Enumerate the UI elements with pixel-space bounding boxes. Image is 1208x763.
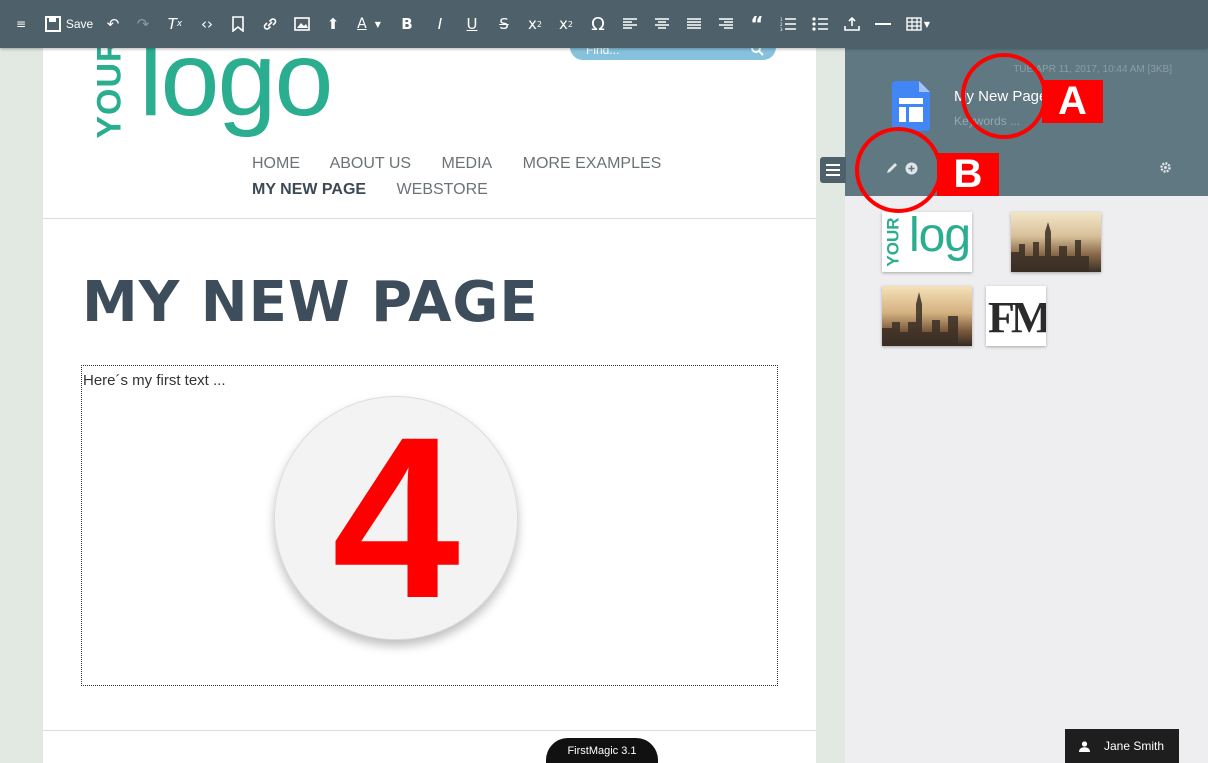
- link-icon[interactable]: [254, 0, 286, 48]
- page-title: MY NEW PAGE: [82, 270, 539, 335]
- first-text[interactable]: Here´s my first text ...: [83, 372, 226, 389]
- align-justify-icon[interactable]: [678, 0, 710, 48]
- thumb-logo-text: logo: [909, 212, 972, 262]
- page-name-field[interactable]: My New Page: [954, 88, 1047, 105]
- svg-text:3: 3: [780, 27, 783, 31]
- keywords-field[interactable]: Keywords ...: [954, 114, 1020, 128]
- hamburger-icon: [826, 164, 840, 176]
- nav-item-about-us[interactable]: ABOUT US: [330, 155, 412, 172]
- logo-text: logo: [139, 48, 333, 138]
- user-icon: [1079, 740, 1090, 752]
- clear-format-icon[interactable]: Tx: [158, 0, 192, 48]
- search-icon: [751, 48, 764, 56]
- insert-icon[interactable]: [836, 0, 868, 48]
- menu-icon[interactable]: ≡: [12, 0, 30, 48]
- subscript-icon[interactable]: x2: [550, 0, 582, 48]
- align-left-icon[interactable]: [614, 0, 646, 48]
- nav-item-webstore[interactable]: WEBSTORE: [397, 181, 488, 198]
- italic-icon[interactable]: I: [424, 0, 456, 48]
- undo-icon[interactable]: ↶: [98, 0, 128, 48]
- annotation-label-b: B: [937, 152, 999, 196]
- text-edit-area[interactable]: Here´s my first text ... 4: [81, 365, 778, 686]
- ordered-list-icon[interactable]: 123: [772, 0, 804, 48]
- page-properties-panel: TUE APR 11, 2017, 10:44 AM [3KB] My New …: [845, 48, 1208, 763]
- thumbnail-city-2[interactable]: [882, 286, 972, 346]
- user-name: Jane Smith: [1104, 739, 1165, 753]
- nav-item-media[interactable]: MEDIA: [442, 155, 493, 172]
- annotation-label-a: A: [1042, 79, 1103, 123]
- align-center-icon[interactable]: [646, 0, 678, 48]
- table-icon[interactable]: ▼: [898, 0, 938, 48]
- align-right-icon[interactable]: [710, 0, 742, 48]
- save-label: Save: [65, 17, 94, 31]
- page-date: TUE APR 11, 2017, 10:44 AM [3KB]: [1013, 64, 1172, 75]
- page-canvas: YOUR logo Find... HOME ABOUT US MEDIA MO…: [43, 48, 816, 763]
- version-badge: FirstMagic 3.1: [546, 738, 658, 763]
- horizontal-rule-icon[interactable]: [868, 0, 898, 48]
- thumb-fm-text: FM: [988, 293, 1046, 342]
- image-icon[interactable]: [286, 0, 318, 48]
- thumbnail-logo[interactable]: YOUR logo: [882, 212, 972, 272]
- main-navigation: HOME ABOUT US MEDIA MORE EXAMPLES MY NEW…: [252, 151, 692, 203]
- page-edit-tools: [885, 161, 918, 175]
- page-info-header: TUE APR 11, 2017, 10:44 AM [3KB] My New …: [845, 48, 1208, 196]
- bookmark-icon[interactable]: [222, 0, 254, 48]
- nav-item-more-examples[interactable]: MORE EXAMPLES: [523, 155, 662, 172]
- blockquote-icon[interactable]: “: [742, 0, 772, 48]
- gear-icon[interactable]: [1159, 161, 1172, 174]
- save-button[interactable]: Save: [40, 0, 98, 48]
- search-input[interactable]: Find...: [570, 48, 776, 60]
- add-circle-icon[interactable]: [905, 162, 918, 175]
- logo-your-text: YOUR: [90, 48, 129, 139]
- thumbnail-fm[interactable]: FM: [986, 286, 1046, 346]
- page-document-icon: [892, 81, 930, 131]
- superscript-icon[interactable]: x2: [520, 0, 550, 48]
- pencil-icon[interactable]: [885, 161, 899, 175]
- source-code-icon[interactable]: ‹›: [192, 0, 222, 48]
- step-number-badge: 4: [274, 396, 518, 640]
- sidebar-toggle-button[interactable]: [820, 157, 846, 183]
- underline-icon[interactable]: U: [456, 0, 488, 48]
- nav-item-home[interactable]: HOME: [252, 155, 300, 172]
- user-menu[interactable]: Jane Smith: [1065, 729, 1179, 763]
- save-icon: [44, 16, 61, 32]
- bullet-list-icon[interactable]: [804, 0, 836, 48]
- footer-divider: [43, 730, 816, 731]
- thumbnail-city-1[interactable]: [1011, 212, 1101, 272]
- font-color-icon[interactable]: A ▼: [348, 0, 390, 48]
- thumb-logo-your: YOUR: [883, 217, 903, 267]
- header-divider: [43, 218, 816, 219]
- redo-icon[interactable]: ↷: [128, 0, 158, 48]
- bold-icon[interactable]: B: [390, 0, 424, 48]
- site-logo[interactable]: YOUR logo: [81, 48, 334, 154]
- editor-toolbar: ≡ Save ↶ ↷ Tx ‹› ⬆ A ▼ B I U S x2 x2 Ω “ …: [0, 0, 1208, 48]
- upload-arrow-icon[interactable]: ⬆: [318, 0, 348, 48]
- nav-item-my-new-page[interactable]: MY NEW PAGE: [252, 181, 366, 198]
- step-number: 4: [332, 389, 460, 646]
- search-placeholder: Find...: [586, 48, 620, 57]
- strikethrough-icon[interactable]: S: [488, 0, 520, 48]
- special-char-icon[interactable]: Ω: [582, 0, 614, 48]
